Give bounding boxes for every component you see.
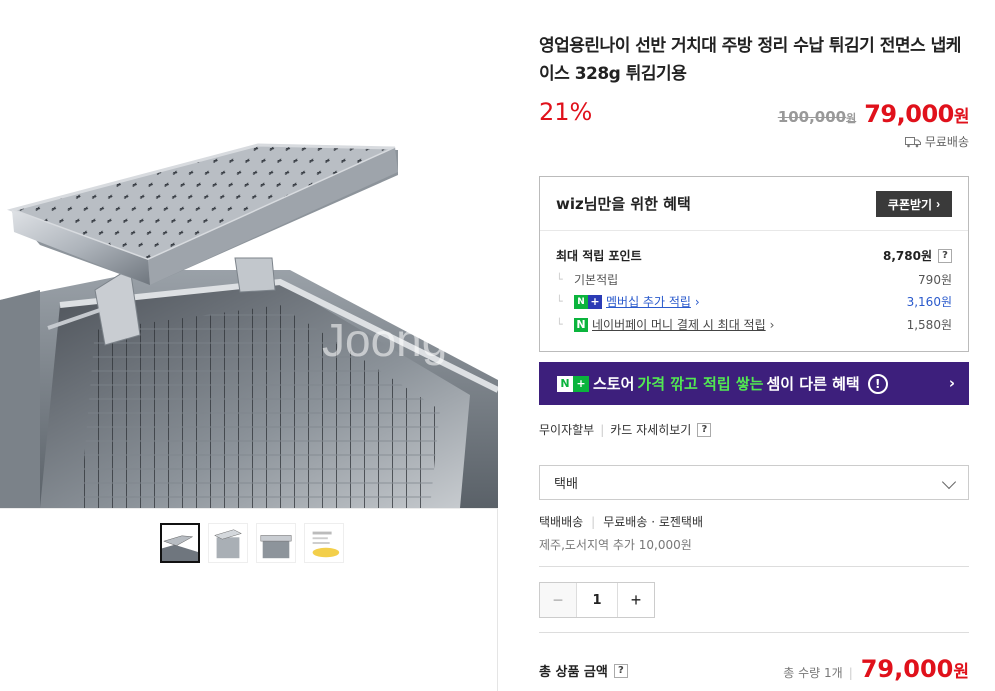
points-row-value: 1,580원: [906, 318, 952, 332]
chevron-right-icon: ›: [694, 294, 700, 309]
main-product-image[interactable]: Joong: [0, 0, 498, 508]
thumbnail-2[interactable]: [208, 523, 248, 563]
benefit-box: wiz님만을 위한 혜택 쿠폰받기 › 최대 적립 포인트 8,780원? └ 기본…: [539, 176, 969, 352]
tree-branch-icon: └: [556, 295, 563, 308]
section-divider: [539, 566, 969, 567]
exclamation-icon: !: [867, 373, 888, 394]
shipping-note-text: 무료배송: [924, 135, 969, 149]
shipping-extra-fee: 제주,도서지역 추가 10,000원: [539, 538, 692, 552]
thumbnail-4[interactable]: [304, 523, 344, 563]
divider: |: [591, 514, 596, 529]
gallery-divider: [0, 508, 498, 509]
section-divider: [539, 632, 969, 633]
points-row-basic: └ 기본적립 790원: [556, 271, 952, 288]
decrease-quantity-button[interactable]: −: [540, 583, 576, 617]
store-benefit-banner[interactable]: N + 스토어 가격 깎고 적립 쌓는 셈이 다른 혜택 ! ›: [539, 362, 969, 405]
sale-price: 79,000원: [864, 100, 969, 128]
benefit-title: wiz님만을 위한 혜택: [556, 195, 691, 213]
thumbnail-1[interactable]: [160, 523, 200, 563]
shipping-info: 택배배송 | 무료배송 · 로젠택배: [539, 513, 703, 530]
points-row-naverpay: └ N 네이버페이 머니 결제 시 최대 적립 › 1,580원: [556, 316, 952, 333]
product-gallery: Joong: [0, 0, 498, 691]
naverpay-points-link[interactable]: 네이버페이 머니 결제 시 최대 적립: [592, 316, 766, 333]
membership-points-link[interactable]: 멤버십 추가 적립: [606, 293, 691, 310]
total-help-icon[interactable]: ?: [613, 663, 628, 678]
quantity-value[interactable]: 1: [576, 583, 618, 617]
points-row-value: 790원: [918, 273, 952, 287]
max-points-label: 최대 적립 포인트: [556, 249, 642, 263]
points-row-membership: └ N + 멤버십 추가 적립 › 3,160원: [556, 293, 952, 310]
card-details-link[interactable]: 카드 자세히보기: [610, 421, 691, 438]
delivery-select[interactable]: 택배: [539, 465, 969, 500]
max-points-value: 8,780원: [883, 249, 932, 263]
shipping-fee: 무료배송 · 로젠택배: [603, 515, 703, 529]
naverpay-icon: N: [574, 317, 588, 332]
total-price: 79,000원: [860, 655, 969, 683]
card-help-icon[interactable]: ?: [697, 422, 712, 437]
discount-rate: 21%: [539, 98, 593, 126]
divider: |: [600, 422, 605, 437]
total-summary: 총 수량 1개 | 79,000원: [783, 655, 969, 683]
banner-prefix: 스토어: [593, 375, 635, 393]
points-row-label: 기본적립: [574, 273, 619, 287]
increase-quantity-button[interactable]: +: [618, 583, 654, 617]
tree-branch-icon: └: [556, 273, 563, 286]
points-help-icon[interactable]: ?: [938, 248, 952, 263]
total-label: 총 상품 금액 ?: [539, 661, 628, 680]
total-quantity: 총 수량 1개 |: [783, 666, 853, 680]
points-row-value: 3,160원: [906, 295, 952, 309]
delivery-selected-value: 택배: [554, 477, 578, 492]
banner-highlight: 가격 깎고 적립 쌓는: [637, 375, 764, 393]
thumbnail-strip: [160, 523, 344, 563]
chevron-down-icon: [941, 474, 957, 490]
product-title: 영업용린나이 선반 거치대 주방 정리 수납 튀김기 전면스 냅케이스 328g…: [539, 36, 961, 84]
max-points-row: 최대 적립 포인트 8,780원?: [556, 247, 952, 264]
shipping-note: 무료배송: [904, 133, 969, 150]
chevron-right-icon: ›: [769, 317, 775, 332]
fryer-shelf-photo: Joong: [0, 0, 498, 508]
coupon-button[interactable]: 쿠폰받기 ›: [876, 191, 952, 217]
chevron-right-icon: ›: [948, 374, 955, 392]
installment-label: 무이자할부: [539, 423, 595, 437]
naver-plus-icon: N +: [574, 294, 602, 309]
shipping-method: 택배배송: [539, 515, 584, 529]
tree-branch-icon: └: [556, 318, 563, 331]
quantity-stepper: − 1 +: [539, 582, 655, 618]
naver-plus-store-icon: N +: [557, 375, 589, 392]
banner-suffix: 셈이 다른 혜택: [766, 375, 860, 393]
truck-icon: [904, 136, 921, 147]
original-price: 100,000원: [777, 108, 857, 126]
benefit-header: wiz님만을 위한 혜택 쿠폰받기 ›: [540, 177, 968, 231]
payment-row: 무이자할부 | 카드 자세히보기 ?: [539, 421, 712, 438]
chevron-right-icon: ›: [936, 197, 941, 211]
watermark-text: Joong: [322, 314, 447, 366]
thumbnail-3[interactable]: [256, 523, 296, 563]
price-row: 100,000원 79,000원: [777, 100, 970, 128]
